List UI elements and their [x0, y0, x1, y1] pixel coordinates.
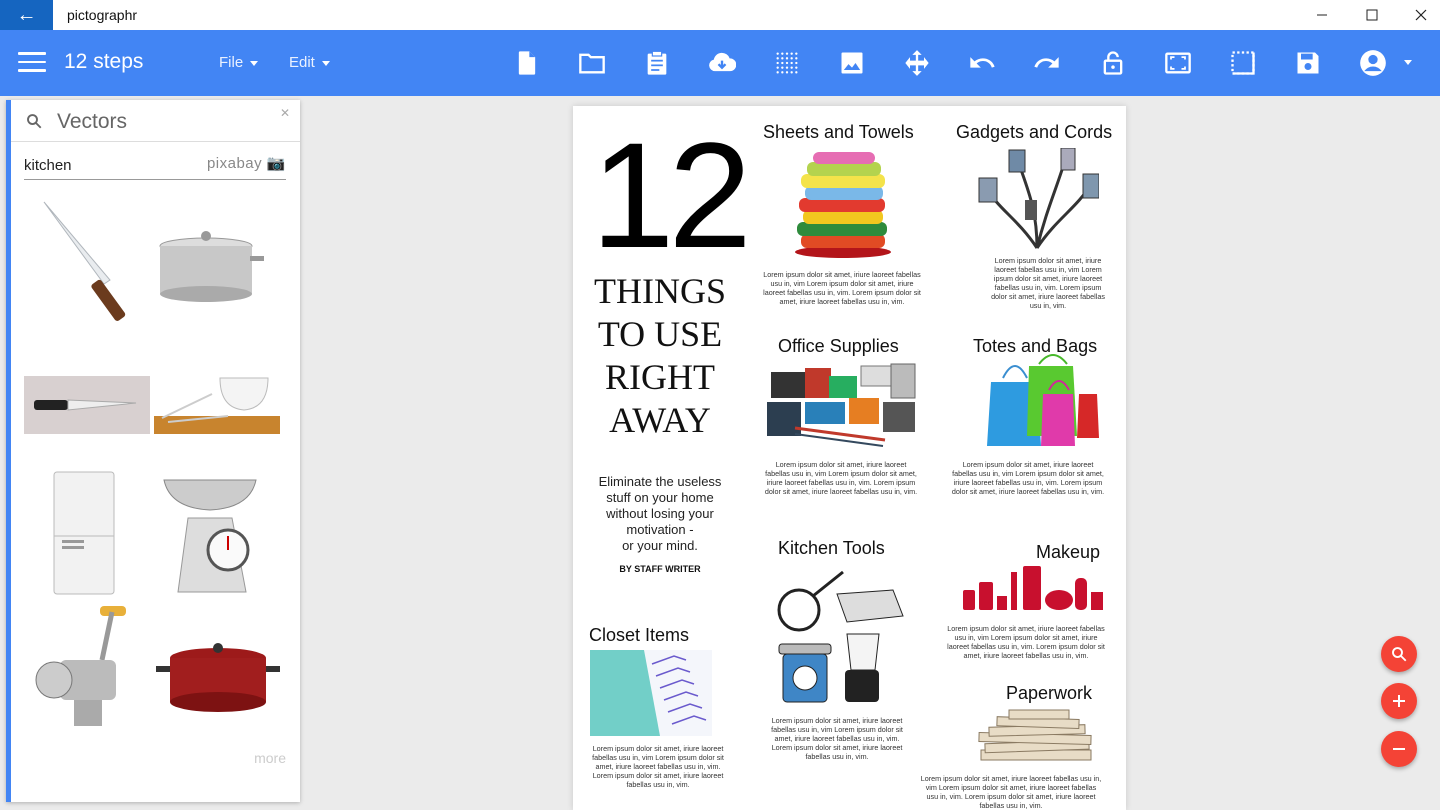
app-name: pictographr [67, 7, 138, 23]
close-button[interactable] [1396, 0, 1440, 30]
section-title-paperwork[interactable]: Paperwork [1006, 683, 1092, 704]
search-fab[interactable] [1381, 636, 1417, 672]
redo-icon [1034, 57, 1059, 68]
undo-icon [970, 57, 995, 68]
lock-button[interactable] [1096, 46, 1130, 80]
vector-item-kitchen-knife[interactable] [24, 376, 150, 434]
closet-hangers-image[interactable] [590, 650, 712, 736]
account-button[interactable] [1356, 46, 1390, 80]
crop-area-icon [1231, 51, 1255, 75]
crop-area-button[interactable] [1226, 46, 1260, 80]
file-menu[interactable]: File [219, 54, 259, 71]
fit-screen-icon [1165, 52, 1191, 74]
caret-down-icon [321, 60, 330, 66]
section-body-office[interactable]: Lorem ipsum dolor sit amet, iriure laore… [763, 460, 919, 496]
account-icon [1360, 50, 1386, 76]
poster-big-number[interactable]: 12 [591, 120, 752, 270]
new-document-icon [518, 51, 536, 75]
section-title-kitchen[interactable]: Kitchen Tools [778, 538, 885, 559]
section-body-sheets[interactable]: Lorem ipsum dolor sit amet, iriure laore… [759, 270, 925, 306]
clipboard-icon [647, 50, 667, 75]
cloud-download-icon [709, 52, 736, 72]
poster-headline[interactable]: THINGS TO USE RIGHT AWAY [581, 270, 739, 442]
vector-item-chef-knife[interactable] [24, 192, 150, 321]
new-document-button[interactable] [510, 46, 544, 80]
section-body-gadgets[interactable]: Lorem ipsum dolor sit amet, iriure laore… [989, 256, 1107, 310]
redo-button[interactable] [1030, 46, 1064, 80]
section-title-gadgets[interactable]: Gadgets and Cords [956, 122, 1112, 143]
section-body-paperwork[interactable]: Lorem ipsum dolor sit amet, iriure laore… [919, 774, 1103, 810]
minimize-button[interactable] [1297, 0, 1347, 30]
zoom-out-icon [1393, 748, 1405, 750]
zoom-out-fab[interactable] [1381, 731, 1417, 767]
undo-button[interactable] [965, 46, 999, 80]
panel-close-icon[interactable]: ✕ [280, 106, 290, 120]
zoom-in-icon [1393, 695, 1405, 707]
section-title-sheets[interactable]: Sheets and Towels [763, 122, 914, 143]
poster-byline[interactable]: BY STAFF WRITER [581, 564, 739, 574]
vector-item-red-pot[interactable] [156, 640, 282, 720]
gadgets-cords-image[interactable] [977, 148, 1099, 252]
arrow-left-icon: ← [16, 3, 37, 26]
section-body-kitchen[interactable]: Lorem ipsum dolor sit amet, iriure laore… [767, 716, 907, 761]
edit-menu[interactable]: Edit [289, 54, 330, 71]
maximize-button[interactable] [1347, 0, 1397, 30]
move-icon [905, 50, 929, 76]
lock-icon [1103, 51, 1123, 75]
save-icon [1297, 52, 1319, 74]
paperwork-stack-image[interactable] [975, 706, 1097, 766]
more-link[interactable]: more [254, 750, 286, 766]
towels-stack-image[interactable] [791, 150, 901, 260]
title-bar: ← pictographr [0, 0, 1440, 30]
back-button[interactable]: ← [0, 0, 53, 30]
open-folder-button[interactable] [575, 46, 609, 80]
grid-button[interactable] [770, 46, 804, 80]
vector-item-kitchen-scale[interactable] [158, 470, 284, 596]
vector-item-stock-pot[interactable] [154, 226, 280, 344]
vector-item-refrigerator[interactable] [50, 470, 120, 596]
kitchen-tools-image[interactable] [773, 566, 905, 706]
section-body-totes[interactable]: Lorem ipsum dolor sit amet, iriure laore… [951, 460, 1105, 496]
cloud-download-button[interactable] [705, 46, 739, 80]
account-caret-icon[interactable] [1404, 60, 1412, 65]
section-title-makeup[interactable]: Makeup [1036, 542, 1100, 563]
search-icon [1392, 647, 1407, 662]
save-button[interactable] [1291, 46, 1325, 80]
panel-accent-bar [6, 100, 11, 802]
vector-item-bowl-chopsticks[interactable] [154, 366, 280, 436]
fit-screen-button[interactable] [1161, 46, 1195, 80]
grid-icon [776, 52, 798, 74]
makeup-image[interactable] [961, 566, 1105, 612]
image-icon [841, 52, 863, 74]
clipboard-button[interactable] [640, 46, 674, 80]
app-toolbar: 12 steps File Edit [0, 30, 1440, 96]
section-body-makeup[interactable]: Lorem ipsum dolor sit amet, iriure laore… [947, 624, 1105, 660]
image-button[interactable] [835, 46, 869, 80]
vectors-panel: Vectors ✕ pixabay 📷 more [6, 100, 300, 802]
section-title-office[interactable]: Office Supplies [778, 336, 899, 357]
vector-item-meat-grinder[interactable] [30, 600, 156, 726]
totes-bags-image[interactable] [987, 354, 1103, 450]
caret-down-icon [250, 60, 259, 66]
design-canvas[interactable]: 12 THINGS TO USE RIGHT AWAY Eliminate th… [573, 106, 1126, 810]
open-folder-icon [579, 53, 605, 74]
document-title[interactable]: 12 steps [64, 50, 143, 74]
section-body-closet[interactable]: Lorem ipsum dolor sit amet, iriure laore… [587, 744, 729, 789]
menu-icon[interactable] [18, 52, 46, 74]
search-icon [27, 114, 42, 129]
poster-subhead[interactable]: Eliminate the useless stuff on your home… [581, 474, 739, 554]
close-icon [1415, 9, 1427, 21]
maximize-icon [1366, 9, 1378, 21]
panel-header: Vectors ✕ [11, 100, 300, 142]
pixabay-logo: pixabay 📷 [206, 155, 286, 172]
zoom-in-fab[interactable] [1381, 683, 1417, 719]
section-title-closet[interactable]: Closet Items [589, 625, 689, 646]
office-supplies-image[interactable] [765, 362, 921, 448]
panel-title: Vectors [57, 110, 128, 133]
move-button[interactable] [900, 46, 934, 80]
minimize-icon [1317, 14, 1327, 16]
